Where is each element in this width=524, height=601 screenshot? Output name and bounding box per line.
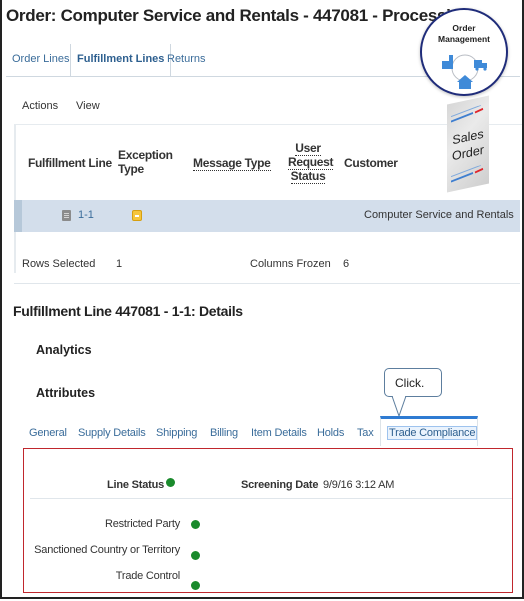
analytics-heading[interactable]: Analytics (36, 343, 92, 357)
line-status-indicator-icon (166, 478, 175, 487)
tab-tax[interactable]: Tax (357, 427, 374, 439)
supply-chain-icon (442, 54, 487, 89)
attributes-heading[interactable]: Attributes (36, 386, 95, 400)
column-header-exception-type[interactable]: Exception Type (118, 148, 173, 176)
badge-line-1: Order (452, 23, 476, 33)
tab-supply-details[interactable]: Supply Details (78, 427, 146, 439)
tab-trade-compliance-label: Trade Compliance (387, 426, 478, 440)
click-callout: Click. (384, 368, 442, 397)
column-header-customer[interactable]: Customer (344, 156, 398, 170)
document-icon[interactable] (62, 210, 71, 221)
doc-lines-icon (451, 104, 484, 123)
tab-shipping[interactable]: Shipping (156, 427, 197, 439)
badge-line-2: Management (438, 34, 490, 44)
column-header-exception-type-line2: Type (118, 162, 144, 176)
column-header-user-request-status[interactable]: User Request Status (288, 141, 334, 184)
column-header-exception-type-line1: Exception (118, 148, 173, 162)
trade-control-label: Trade Control (115, 570, 180, 582)
screening-date-value: 9/9/16 3:12 AM (323, 479, 395, 491)
doc-lines-icon (451, 164, 484, 183)
details-title: Fulfillment Line 447081 - 1-1: Details (13, 303, 243, 319)
customer-cell: Computer Service and Rentals (364, 209, 514, 221)
actions-menu[interactable]: Actions (22, 100, 58, 112)
table-footer-divider (14, 283, 520, 284)
column-header-message-type-label: Message Type (193, 156, 271, 171)
tab-item-details[interactable]: Item Details (251, 427, 307, 439)
tab-order-lines[interactable]: Order Lines (12, 44, 69, 74)
column-header-message-type[interactable]: Message Type (193, 156, 271, 171)
table-row[interactable]: 1-1 Computer Service and Rentals (14, 200, 520, 232)
tab-billing[interactable]: Billing (210, 427, 238, 439)
column-header-fulfillment-line[interactable]: Fulfillment Line (28, 156, 112, 170)
page-title: Order: Computer Service and Rentals - 44… (6, 6, 471, 25)
fulfillment-line-link[interactable]: 1-1 (78, 209, 94, 221)
exception-warning-icon[interactable] (132, 210, 142, 221)
view-menu[interactable]: View (76, 100, 100, 112)
restricted-party-status-icon (191, 520, 200, 529)
fulfillment-lines-table (14, 124, 522, 273)
columns-frozen-value: 6 (343, 258, 350, 270)
panel-divider (30, 498, 512, 499)
callout-text: Click. (395, 376, 425, 390)
tab-general[interactable]: General (29, 427, 67, 439)
screening-date-label: Screening Date (241, 479, 319, 491)
restricted-party-label: Restricted Party (104, 518, 180, 530)
columns-frozen-label: Columns Frozen (250, 258, 331, 270)
header-line2: Request (288, 155, 334, 170)
line-status-label: Line Status (107, 479, 165, 491)
header-line3: Status (290, 169, 326, 184)
trade-control-status-icon (191, 581, 200, 590)
tab-fulfillment-lines[interactable]: Fulfillment Lines (70, 44, 172, 76)
sales-order-graphic: Sales Order (447, 95, 489, 193)
rows-selected-label: Rows Selected (22, 258, 96, 270)
sanctioned-country-label: Sanctioned Country or Territory (34, 544, 180, 556)
rows-selected-value: 1 (116, 258, 123, 270)
tab-holds[interactable]: Holds (317, 427, 344, 439)
trade-compliance-panel (23, 448, 513, 593)
sanctioned-country-status-icon (191, 551, 200, 560)
callout-pointer (391, 396, 407, 418)
order-management-badge: Order Management (420, 8, 508, 96)
tab-trade-compliance[interactable]: Trade Compliance (380, 416, 478, 446)
tab-returns[interactable]: Returns (167, 44, 206, 74)
header-line1: User (295, 141, 321, 156)
